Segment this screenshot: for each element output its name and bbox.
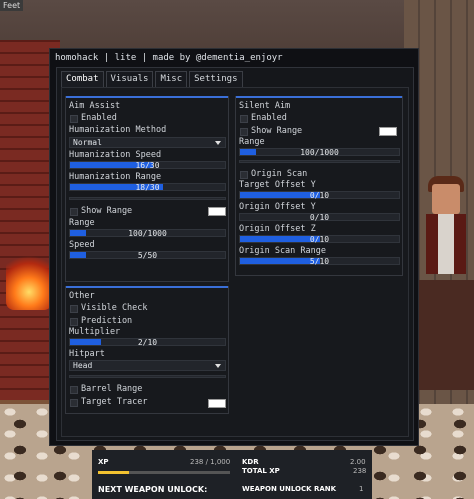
other-group: Other Visible Check Prediction Multiplie… xyxy=(65,286,229,414)
slider-value: 16/30 xyxy=(135,161,160,170)
window-body: Combat Visuals Misc Settings Aim Assist … xyxy=(56,67,414,441)
hitpart-value: Head xyxy=(73,361,93,370)
target-tracer-label: Target Tracer xyxy=(81,397,148,407)
origin-scan-range-label: Origin Scan Range xyxy=(239,246,326,256)
next-unlock-label: NEXT WEAPON UNLOCK: xyxy=(98,485,208,494)
tracer-color-swatch[interactable] xyxy=(208,399,226,408)
hitpart-label: Hitpart xyxy=(69,349,105,359)
range-color-swatch[interactable] xyxy=(208,207,226,216)
separator xyxy=(69,197,226,200)
window-title[interactable]: homohack | lite | made by @dementia_enjo… xyxy=(50,49,418,67)
unlock-rank-value: 1 xyxy=(359,485,364,493)
origin-offset-y-label: Origin Offset Y xyxy=(239,202,316,212)
humanization-speed-slider[interactable]: 16/30 xyxy=(69,161,226,170)
silent-aim-group: Silent Aim Enabled Show Range Range 100/… xyxy=(235,96,403,276)
xp-bar xyxy=(98,471,230,474)
group-title: Aim Assist xyxy=(69,101,121,111)
player-character xyxy=(422,176,468,286)
separator xyxy=(69,375,226,378)
silent-enabled-checkbox[interactable] xyxy=(240,115,248,123)
total-xp-label: TOTAL XP xyxy=(242,467,280,475)
enabled-checkbox[interactable] xyxy=(70,115,78,123)
chevron-down-icon xyxy=(215,141,221,145)
origin-scan-checkbox[interactable] xyxy=(240,171,248,179)
aspeed-label: Speed xyxy=(69,240,95,250)
slider-value: 100/1000 xyxy=(300,148,339,157)
method-dropdown[interactable]: Normal xyxy=(69,137,226,148)
tab-bar: Combat Visuals Misc Settings xyxy=(61,71,243,87)
origin-scan-range-slider[interactable]: 5/10 xyxy=(239,257,400,266)
silent-range-slider[interactable]: 100/1000 xyxy=(239,148,400,157)
kdr-label: KDR xyxy=(242,458,259,466)
multiplier-label: Multiplier xyxy=(69,327,121,337)
origin-offset-z-label: Origin Offset Z xyxy=(239,224,316,234)
show-range-label: Show Range xyxy=(81,206,133,216)
xp-value: 238 / 1,000 xyxy=(190,458,231,466)
slider-value: 100/1000 xyxy=(128,229,167,238)
method-value: Normal xyxy=(73,138,102,147)
slider-value: 0/10 xyxy=(309,235,330,244)
unlock-rank-label: WEAPON UNLOCK RANK xyxy=(242,485,337,493)
hitpart-dropdown[interactable]: Head xyxy=(69,360,226,371)
corner-tag: Feet xyxy=(0,0,24,11)
group-title: Silent Aim xyxy=(239,101,291,111)
xp-label: XP xyxy=(98,458,109,466)
origin-offset-z-slider[interactable]: 0/10 xyxy=(239,235,400,244)
slider-value: 5/50 xyxy=(137,251,158,260)
stats-panel: XP 238 / 1,000 KDR 2.00 TOTAL XP 238 NEX… xyxy=(92,450,372,499)
group-title: Other xyxy=(69,291,95,301)
slider-value: 0/10 xyxy=(309,191,330,200)
slider-value: 0/10 xyxy=(309,213,330,222)
tab-settings[interactable]: Settings xyxy=(189,71,243,87)
target-tracer-checkbox[interactable] xyxy=(70,399,78,407)
range2-label: Range xyxy=(69,218,95,228)
silent-show-range-label: Show Range xyxy=(251,126,303,136)
range-label: Humanization Range xyxy=(69,172,162,182)
tab-combat[interactable]: Combat xyxy=(61,71,104,87)
fireplace xyxy=(6,250,52,310)
barrel-range-label: Barrel Range xyxy=(81,384,143,394)
multiplier-slider[interactable]: 2/10 xyxy=(69,338,226,347)
tab-content: Aim Assist Enabled Humanization Method N… xyxy=(61,87,409,437)
slider-value: 2/10 xyxy=(137,338,158,347)
slider-value: 5/10 xyxy=(309,257,330,266)
slider-value: 18/30 xyxy=(135,183,160,192)
speed-label: Humanization Speed xyxy=(69,150,162,160)
show-range-checkbox[interactable] xyxy=(70,208,78,216)
separator xyxy=(239,160,400,163)
origin-offset-y-slider[interactable]: 0/10 xyxy=(239,213,400,222)
speed-slider[interactable]: 5/50 xyxy=(69,251,226,260)
visible-check-checkbox[interactable] xyxy=(70,305,78,313)
kdr-value: 2.00 xyxy=(350,458,366,466)
visible-check-label: Visible Check xyxy=(81,303,148,313)
chevron-down-icon xyxy=(215,364,221,368)
tab-visuals[interactable]: Visuals xyxy=(105,71,154,87)
barrel-range-checkbox[interactable] xyxy=(70,386,78,394)
target-offset-y-label: Target Offset Y xyxy=(239,180,316,190)
target-offset-y-slider[interactable]: 0/10 xyxy=(239,191,400,200)
humanization-range-slider[interactable]: 18/30 xyxy=(69,183,226,192)
silent-range-color-swatch[interactable] xyxy=(379,127,397,136)
method-label: Humanization Method xyxy=(69,125,167,135)
enabled-label: Enabled xyxy=(81,113,117,123)
aim-assist-group: Aim Assist Enabled Humanization Method N… xyxy=(65,96,229,282)
total-xp-value: 238 xyxy=(353,467,367,475)
prediction-checkbox[interactable] xyxy=(70,318,78,326)
tab-misc[interactable]: Misc xyxy=(155,71,188,87)
silent-range-label: Range xyxy=(239,137,265,147)
origin-scan-label: Origin Scan xyxy=(251,169,308,179)
menu-window: homohack | lite | made by @dementia_enjo… xyxy=(49,48,419,446)
range-slider[interactable]: 100/1000 xyxy=(69,229,226,238)
silent-show-range-checkbox[interactable] xyxy=(240,128,248,136)
prediction-label: Prediction xyxy=(81,316,133,326)
silent-enabled-label: Enabled xyxy=(251,113,287,123)
